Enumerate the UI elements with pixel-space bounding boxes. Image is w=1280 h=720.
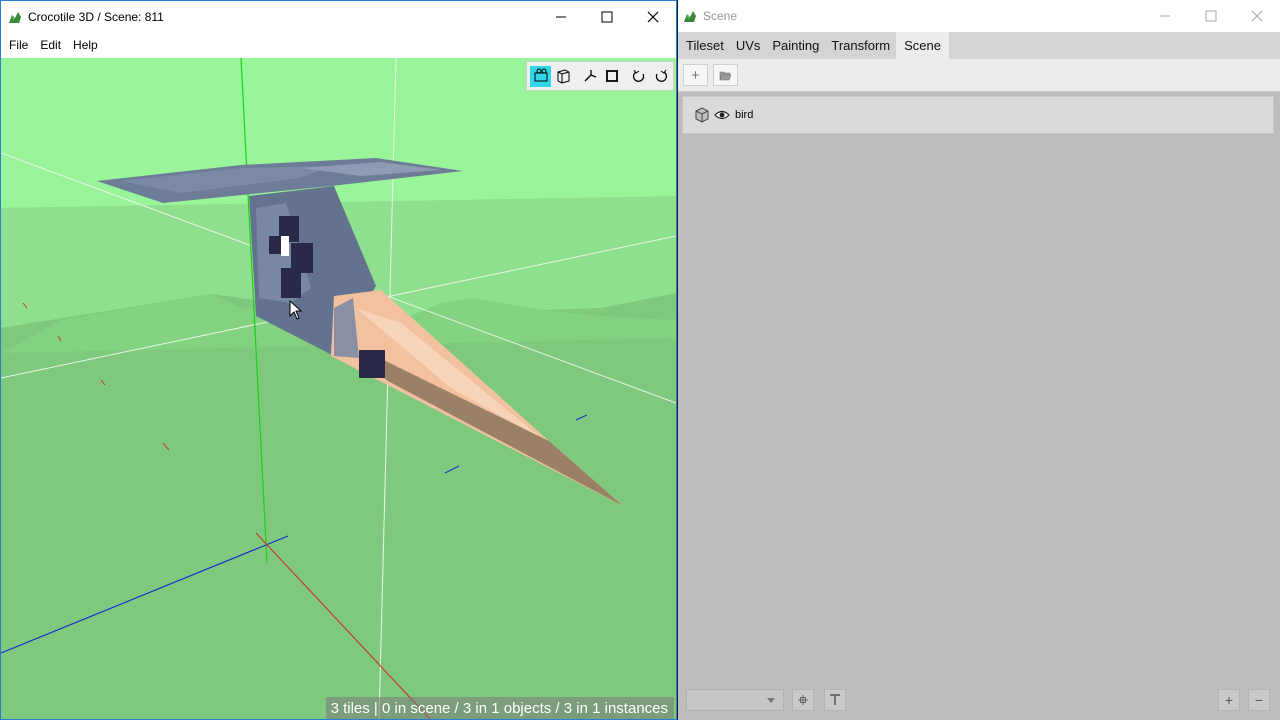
remove-icon: − bbox=[1254, 692, 1264, 708]
viewport-toolbar bbox=[526, 61, 674, 91]
maximize-icon bbox=[1205, 10, 1217, 22]
perspective-cube-icon bbox=[557, 69, 569, 84]
scene-toolbar: + bbox=[678, 59, 1280, 92]
maximize-button[interactable] bbox=[584, 1, 630, 33]
add-icon: + bbox=[691, 66, 700, 84]
crosshair-icon bbox=[798, 695, 808, 705]
close-button[interactable] bbox=[1234, 0, 1280, 32]
menu-file[interactable]: File bbox=[3, 33, 34, 58]
add-object-button[interactable]: + bbox=[683, 64, 708, 86]
scene-window: Scene Tileset UVs Painting Transform Sce… bbox=[678, 0, 1280, 720]
close-button[interactable] bbox=[630, 1, 676, 33]
add-icon: + bbox=[1224, 692, 1234, 708]
tab-transform[interactable]: Transform bbox=[825, 32, 896, 59]
main-titlebar[interactable]: Crocotile 3D / Scene: 811 bbox=[1, 1, 676, 33]
scene-bottom-bar: + − bbox=[678, 680, 1280, 720]
crocotile-main-window: Crocotile 3D / Scene: 811 File Edit Help bbox=[0, 0, 677, 720]
scene-window-title: Scene bbox=[703, 9, 738, 23]
undo-icon bbox=[632, 69, 644, 82]
camera-mode-button[interactable] bbox=[530, 65, 551, 87]
minimize-icon bbox=[556, 16, 566, 18]
remove-button[interactable]: − bbox=[1248, 689, 1270, 711]
undo-button[interactable] bbox=[628, 66, 649, 87]
3d-viewport[interactable]: 3 tiles | 0 in scene / 3 in 1 objects / … bbox=[1, 58, 676, 720]
menu-bar: File Edit Help bbox=[1, 33, 676, 58]
eye-icon[interactable] bbox=[713, 106, 731, 124]
mouse-cursor-icon bbox=[289, 300, 303, 320]
app-icon bbox=[684, 11, 696, 22]
camera-mode-icon bbox=[534, 68, 547, 82]
minimize-button[interactable] bbox=[1142, 0, 1188, 32]
tab-uvs[interactable]: UVs bbox=[730, 32, 767, 59]
minimize-button[interactable] bbox=[538, 1, 584, 33]
maximize-icon bbox=[601, 11, 613, 23]
object-name: bird bbox=[735, 109, 754, 121]
text-button[interactable] bbox=[824, 689, 846, 711]
scene-object-list: bird bbox=[682, 96, 1274, 134]
folder-open-icon bbox=[719, 71, 732, 80]
close-icon bbox=[647, 11, 659, 23]
app-icon bbox=[9, 12, 21, 23]
close-icon bbox=[1251, 10, 1263, 22]
redo-icon bbox=[655, 69, 667, 82]
redo-button[interactable] bbox=[650, 66, 671, 87]
maximize-button[interactable] bbox=[1188, 0, 1234, 32]
scene-render[interactable] bbox=[1, 58, 676, 720]
cube-icon bbox=[693, 106, 711, 124]
scene-titlebar[interactable]: Scene bbox=[678, 0, 1280, 32]
menu-help[interactable]: Help bbox=[67, 33, 104, 58]
tab-scene[interactable]: Scene bbox=[896, 32, 949, 59]
status-bar: 3 tiles | 0 in scene / 3 in 1 objects / … bbox=[325, 697, 674, 719]
tab-painting[interactable]: Painting bbox=[766, 32, 825, 59]
crosshair-button[interactable] bbox=[792, 689, 814, 711]
square-select-button[interactable] bbox=[601, 66, 622, 87]
tab-tileset[interactable]: Tileset bbox=[680, 32, 730, 59]
window-title: Crocotile 3D / Scene: 811 bbox=[28, 10, 164, 24]
scene-select-dropdown[interactable] bbox=[686, 689, 784, 711]
chevron-down-icon bbox=[767, 698, 775, 703]
square-select-icon bbox=[605, 70, 618, 82]
open-folder-button[interactable] bbox=[713, 64, 738, 86]
text-icon bbox=[830, 694, 840, 705]
axis-gizmo-button[interactable] bbox=[579, 66, 600, 87]
perspective-button[interactable] bbox=[552, 66, 573, 87]
panel-tabs: Tileset UVs Painting Transform Scene bbox=[678, 32, 1280, 59]
list-item[interactable]: bird bbox=[693, 106, 753, 124]
add-button[interactable]: + bbox=[1218, 689, 1240, 711]
menu-edit[interactable]: Edit bbox=[34, 33, 67, 58]
axis-gizmo-icon bbox=[584, 70, 596, 82]
minimize-icon bbox=[1160, 15, 1170, 17]
